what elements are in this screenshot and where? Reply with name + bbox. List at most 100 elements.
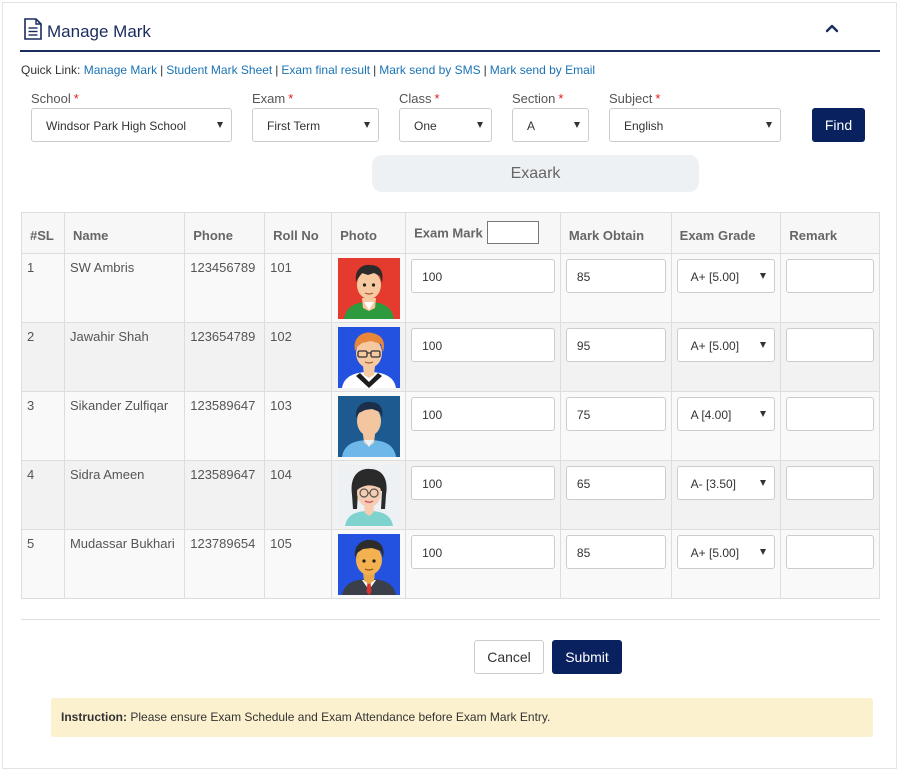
column-header-name: Name: [63, 212, 186, 254]
quick-link-mark-send-sms[interactable]: Mark send by SMS: [379, 63, 480, 77]
remark-input[interactable]: [786, 397, 874, 431]
exam-mark-input[interactable]: 100: [411, 466, 555, 500]
subject-select[interactable]: English: [609, 108, 781, 142]
column-header-remark: Remark: [780, 212, 880, 254]
subject-label: Subject *: [609, 91, 661, 106]
caret-down-icon: [760, 342, 767, 348]
mark-obtain-input[interactable]: 75: [565, 397, 666, 431]
row-phone: 123654789: [184, 322, 266, 392]
class-select[interactable]: One: [399, 108, 492, 142]
quick-link-exam-final-result[interactable]: Exam final result: [281, 63, 370, 77]
avatar-boy-green: [338, 258, 401, 319]
mark-obtain-input[interactable]: 65: [565, 466, 666, 500]
caret-down-icon: [760, 273, 767, 279]
row-photo: [331, 391, 407, 461]
row-photo: [331, 253, 407, 323]
find-button[interactable]: Find: [812, 108, 865, 142]
exam-grade-select[interactable]: A+ [5.00]: [676, 328, 776, 362]
class-label: Class *: [399, 91, 440, 106]
exam-grade-select[interactable]: A+ [5.00]: [676, 535, 776, 569]
row-phone: 123456789: [184, 253, 266, 323]
quick-link-separator: |: [275, 63, 279, 77]
column-header-roll: Roll No: [264, 212, 333, 254]
row-photo: [331, 529, 407, 599]
chevron-up-icon[interactable]: [824, 20, 840, 36]
school-label: School *: [31, 91, 79, 106]
marks-table: #SL Name Phone Roll No Photo Exam Mark M…: [21, 212, 880, 599]
avatar-man-blue: [338, 396, 401, 457]
table-row: 5 Mudassar Bukhari 123789654 105 100 85: [21, 529, 880, 599]
mark-obtain-input[interactable]: 85: [565, 535, 666, 569]
mark-obtain-input[interactable]: 85: [565, 259, 666, 293]
row-photo: [331, 460, 407, 530]
exam-mark-input[interactable]: 100: [411, 328, 555, 362]
row-sl: 1: [21, 253, 65, 323]
row-roll: 104: [264, 460, 333, 530]
row-sl: 4: [21, 460, 65, 530]
quick-link-mark-send-email[interactable]: Mark send by Email: [490, 63, 595, 77]
table-row: 1 SW Ambris 123456789 101 100 85 A+ [5.0…: [21, 253, 880, 323]
submit-button[interactable]: Submit: [552, 640, 622, 674]
row-roll: 103: [264, 391, 333, 461]
remark-input[interactable]: [786, 328, 874, 362]
avatar-man-glasses: [338, 327, 401, 388]
row-roll: 101: [264, 253, 333, 323]
quick-link-separator: |: [483, 63, 487, 77]
exam-mark-input[interactable]: 100: [411, 259, 555, 293]
column-header-mark-obtain: Mark Obtain: [559, 212, 672, 254]
exam-grade-select[interactable]: A+ [5.00]: [676, 259, 776, 293]
instruction-text: Please ensure Exam Schedule and Exam Att…: [130, 710, 551, 724]
quick-link-manage-mark[interactable]: Manage Mark: [84, 63, 157, 77]
school-select[interactable]: Windsor Park High School: [31, 108, 232, 142]
row-roll: 102: [264, 322, 333, 392]
exam-mark-input[interactable]: 100: [411, 397, 555, 431]
row-photo: [331, 322, 407, 392]
row-name: Sidra Ameen: [63, 460, 186, 530]
exam-label: Exam *: [252, 91, 294, 106]
exam-mark-input[interactable]: 100: [411, 535, 555, 569]
remark-input[interactable]: [786, 466, 874, 500]
remark-input[interactable]: [786, 535, 874, 569]
column-header-sl: #SL: [21, 212, 65, 254]
row-sl: 2: [21, 322, 65, 392]
exam-grade-select[interactable]: A- [3.50]: [676, 466, 776, 500]
form-divider: [21, 619, 880, 620]
row-sl: 5: [21, 529, 65, 599]
exam-grade-select[interactable]: A [4.00]: [676, 397, 776, 431]
row-phone: 123589647: [184, 391, 266, 461]
panel-header: Manage Mark: [20, 14, 880, 52]
caret-down-icon: [760, 549, 767, 555]
exam-select[interactable]: First Term: [252, 108, 379, 142]
section-label: Section *: [512, 91, 564, 106]
caret-down-icon: [766, 122, 772, 128]
quick-link-student-mark-sheet[interactable]: Student Mark Sheet: [166, 63, 272, 77]
document-icon: [24, 18, 42, 40]
mark-obtain-input[interactable]: 95: [565, 328, 666, 362]
column-header-exam-mark: Exam Mark: [405, 212, 561, 254]
quick-links: Quick Link: Manage Mark | Student Mark She…: [21, 63, 595, 77]
exaark-banner: Exaark: [372, 155, 699, 192]
caret-down-icon: [760, 411, 767, 417]
column-header-photo: Photo: [331, 212, 407, 254]
section-select[interactable]: A: [512, 108, 589, 142]
table-row: 2 Jawahir Shah 123654789 102 100 95 A+ […: [21, 322, 880, 392]
exam-mark-all-input[interactable]: [486, 221, 539, 244]
caret-down-icon: [760, 480, 767, 486]
row-name: SW Ambris: [63, 253, 186, 323]
cancel-button[interactable]: Cancel: [474, 640, 544, 674]
row-phone: 123789654: [184, 529, 266, 599]
avatar-man-suit: [338, 534, 401, 595]
page-title: Manage Mark: [47, 22, 151, 41]
caret-down-icon: [477, 122, 483, 128]
row-name: Mudassar Bukhari: [63, 529, 186, 599]
quick-link-separator: |: [373, 63, 377, 77]
quick-link-label: Quick Link:: [21, 63, 81, 77]
instruction-label: Instruction:: [61, 710, 127, 724]
caret-down-icon: [574, 122, 580, 128]
remark-input[interactable]: [786, 259, 874, 293]
row-name: Jawahir Shah: [63, 322, 186, 392]
table-row: 4 Sidra Ameen 123589647 104 100 65 A- [3…: [21, 460, 880, 530]
instruction-notice: Instruction: Please ensure Exam Schedule…: [51, 698, 873, 737]
row-sl: 3: [21, 391, 65, 461]
column-header-phone: Phone: [184, 212, 266, 254]
